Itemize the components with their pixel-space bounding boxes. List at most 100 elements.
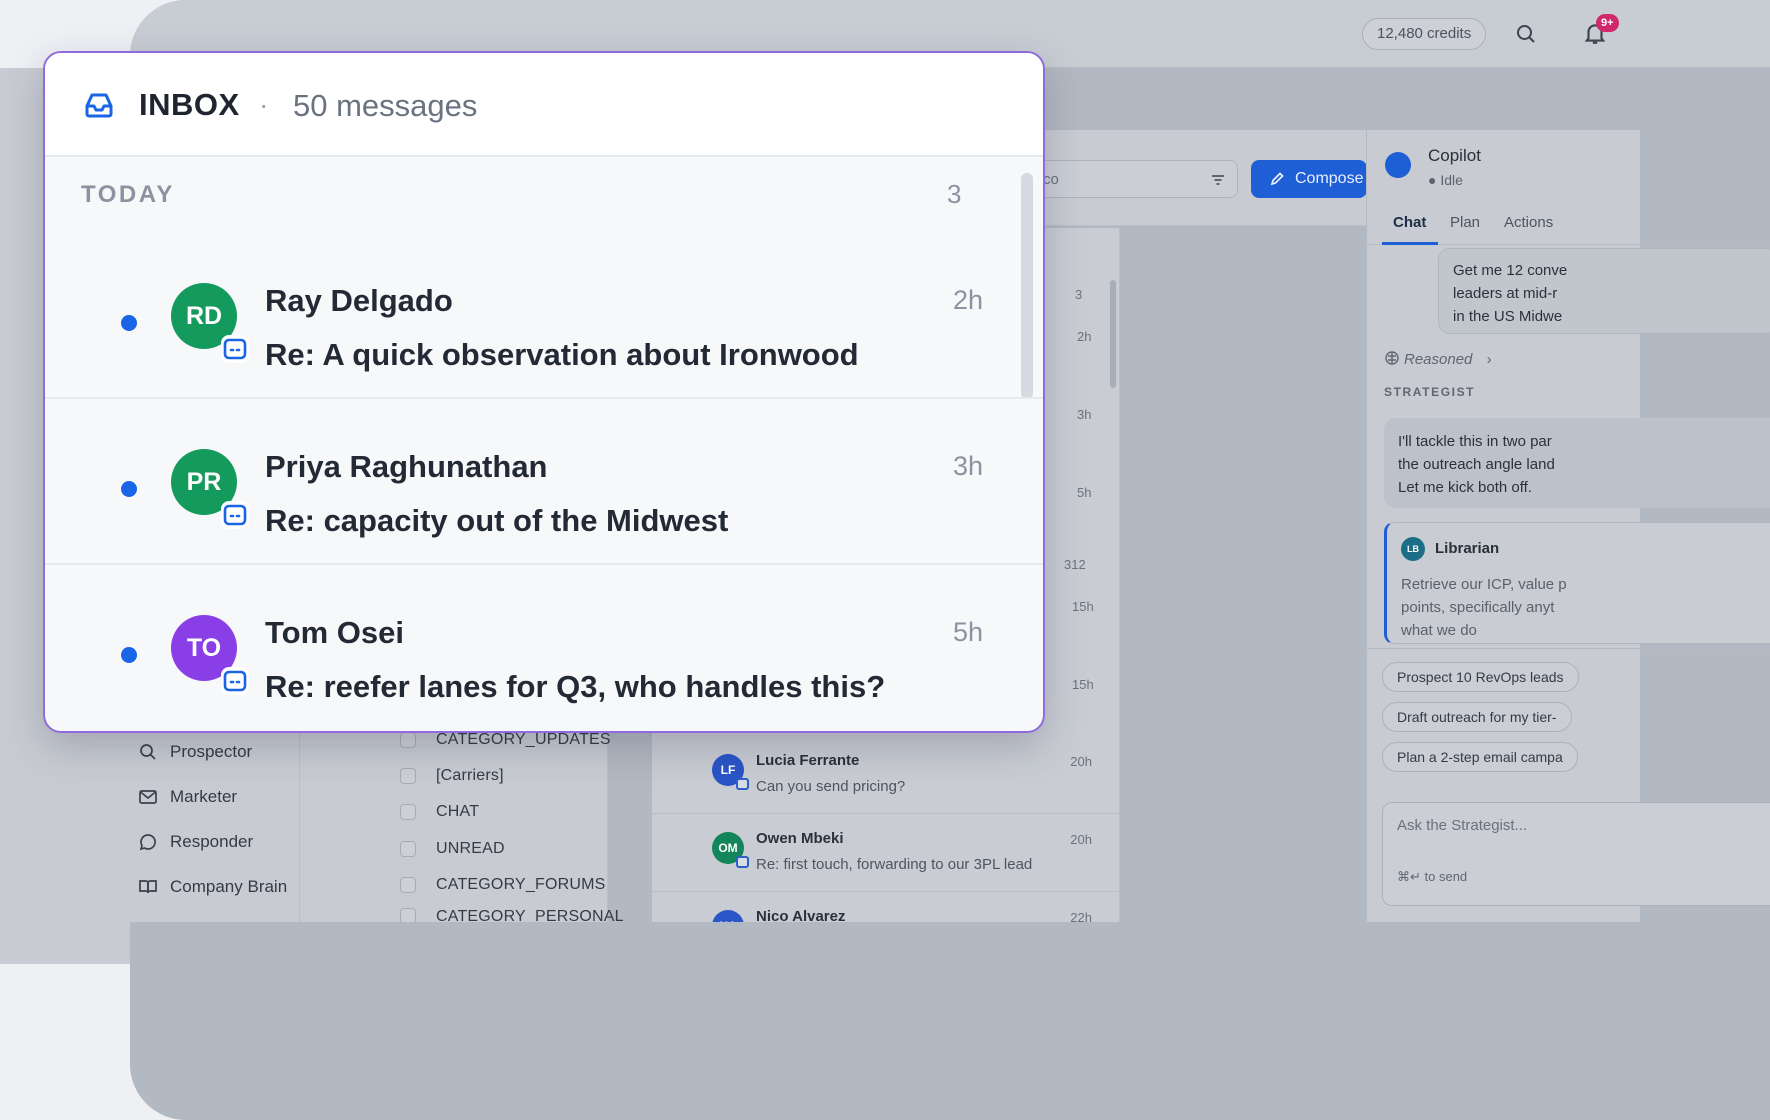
search-input[interactable]: co <box>1030 160 1238 198</box>
label-name: CHAT <box>436 803 480 820</box>
sender-name: Tom Osei <box>265 615 404 650</box>
sidebar-item-label: Responder <box>170 832 254 851</box>
agent-task-text: Retrieve our ICP, value p points, specif… <box>1401 573 1770 642</box>
checkbox[interactable] <box>400 804 416 820</box>
checkbox[interactable] <box>400 841 416 857</box>
inbox-title: INBOX <box>139 87 240 122</box>
label-name: CATEGORY_FORUMS <box>436 876 606 893</box>
reasoned-label: Reasoned <box>1404 351 1473 368</box>
copilot-title: Copilot <box>1428 146 1481 165</box>
message-row[interactable]: RD Ray Delgado Re: A quick observation a… <box>45 233 1043 399</box>
message-count: 50 messages <box>293 88 478 123</box>
message-time: 3h <box>952 451 983 481</box>
tab-chat[interactable]: Chat <box>1393 214 1426 231</box>
chat-channel-icon <box>221 501 249 529</box>
label-filter-item[interactable]: UNREAD <box>400 836 505 862</box>
checkbox[interactable] <box>400 732 416 748</box>
message-time: 22h <box>1070 910 1092 922</box>
message-subject: Re: capacity out of the Midwest <box>265 503 729 538</box>
active-tab-indicator <box>1382 242 1438 245</box>
task-line: points, specifically anyt <box>1401 599 1555 616</box>
list-item[interactable]: LF Lucia Ferrante Can you send pricing? … <box>652 736 1120 814</box>
message-subject: Re: reefer lanes for Q3, who handles thi… <box>265 669 886 704</box>
filter-icon[interactable] <box>1209 171 1227 189</box>
copilot-status-dot <box>1385 152 1411 178</box>
list-section-count: 3 <box>1075 287 1083 302</box>
message-time: 2h <box>952 285 983 315</box>
sender-name: Owen Mbeki <box>756 830 844 847</box>
label-filter-item[interactable]: [Carriers] <box>400 763 504 789</box>
copilot-status-text: Idle <box>1440 172 1463 188</box>
chevron-right-icon: › <box>1486 351 1492 368</box>
sender-name: Priya Raghunathan <box>265 449 548 484</box>
section-count: 3 <box>947 179 962 209</box>
suggestion-chip[interactable]: Draft outreach for my tier- <box>1382 702 1572 732</box>
label-filter-item[interactable]: CATEGORY_PERSONAL <box>400 908 624 922</box>
message-row[interactable]: TO Tom Osei Re: reefer lanes for Q3, who… <box>45 565 1043 731</box>
list-time: 2h <box>1077 329 1092 344</box>
list-item[interactable]: OM Owen Mbeki Re: first touch, forwardin… <box>652 814 1120 892</box>
panel-divider <box>1366 648 1770 649</box>
message-subject: Re: A quick observation about Ironwood <box>265 337 859 372</box>
strategist-label: STRATEGIST <box>1384 385 1476 399</box>
sender-name: Ray Delgado <box>265 283 453 318</box>
agent-name: Librarian <box>1435 540 1500 557</box>
sidebar-item-label: Company Brain <box>170 877 288 896</box>
mail-icon <box>139 790 157 804</box>
message-line: Let me kick both off. <box>1398 479 1532 496</box>
strategist-input[interactable]: Ask the Strategist... ⌘↵ to send <box>1382 802 1770 906</box>
notification-badge: 9+ <box>1596 14 1619 32</box>
list-time: 15h <box>1072 677 1094 692</box>
pencil-icon <box>1270 172 1284 186</box>
label-name: [Carriers] <box>436 767 504 784</box>
inbox-header: INBOX · 50 messages <box>45 53 1043 157</box>
agent-task-card[interactable]: LB Librarian Retrieve our ICP, value p p… <box>1384 522 1770 644</box>
message-subject: Re: first touch, forwarding to our 3PL l… <box>756 856 1033 873</box>
sender-name: Nico Alvarez <box>756 908 846 922</box>
message-line: I'll tackle this in two par <box>1398 433 1552 450</box>
inbox-channel-icon <box>736 856 749 868</box>
compose-button[interactable]: Compose <box>1251 160 1367 198</box>
reasoned-toggle[interactable]: Reasoned › <box>1384 350 1492 368</box>
label-name: CATEGORY_UPDATES <box>436 731 611 748</box>
message-line: the outreach angle land <box>1398 456 1555 473</box>
list-section-count: 312 <box>1064 557 1086 572</box>
search-icon <box>140 744 156 760</box>
sender-name: Lucia Ferrante <box>756 752 860 769</box>
checkbox[interactable] <box>400 768 416 784</box>
checkbox[interactable] <box>400 908 416 922</box>
suggestion-chip[interactable]: Plan a 2-step email campa <box>1382 742 1578 772</box>
list-time: 15h <box>1072 599 1094 614</box>
label-filter-item[interactable]: CHAT <box>400 799 479 825</box>
label-filter-item[interactable]: CATEGORY_FORUMS <box>400 872 606 898</box>
label-name: UNREAD <box>436 840 505 857</box>
credits-pill[interactable]: 12,480 credits <box>1362 18 1487 50</box>
search-input-value: co <box>1043 171 1059 188</box>
list-item[interactable]: NA Nico Alvarez 22h <box>652 892 1120 922</box>
suggestion-chip[interactable]: Prospect 10 RevOps leads <box>1382 662 1579 692</box>
message-line: in the US Midwe <box>1453 308 1563 325</box>
task-line: what we do <box>1401 622 1477 639</box>
brain-icon <box>1385 351 1399 365</box>
avatar: NA <box>712 910 744 922</box>
sidebar-item-label: Marketer <box>170 787 238 806</box>
compose-label: Compose <box>1295 170 1364 187</box>
chat-bubble-icon <box>139 834 156 851</box>
message-line: Get me 12 conve <box>1453 262 1568 279</box>
list-scrollbar[interactable] <box>1110 280 1116 388</box>
message-row[interactable]: PR Priya Raghunathan Re: capacity out of… <box>45 399 1043 565</box>
input-placeholder: Ask the Strategist... <box>1397 817 1528 834</box>
user-message-bubble: Get me 12 conve leaders at mid-r in the … <box>1438 248 1770 334</box>
message-subject: Can you send pricing? <box>756 778 906 795</box>
checkbox[interactable] <box>400 877 416 893</box>
tab-actions[interactable]: Actions <box>1504 214 1553 231</box>
search-icon[interactable] <box>1514 22 1538 46</box>
inbox-channel-icon <box>736 778 749 790</box>
book-icon <box>139 880 157 894</box>
title-separator: · <box>259 89 269 120</box>
task-line: Retrieve our ICP, value p <box>1401 576 1567 593</box>
agent-avatar: LB <box>1401 537 1425 561</box>
chat-channel-icon <box>221 335 249 363</box>
copilot-status: ● Idle <box>1428 172 1463 188</box>
tab-plan[interactable]: Plan <box>1450 214 1480 231</box>
